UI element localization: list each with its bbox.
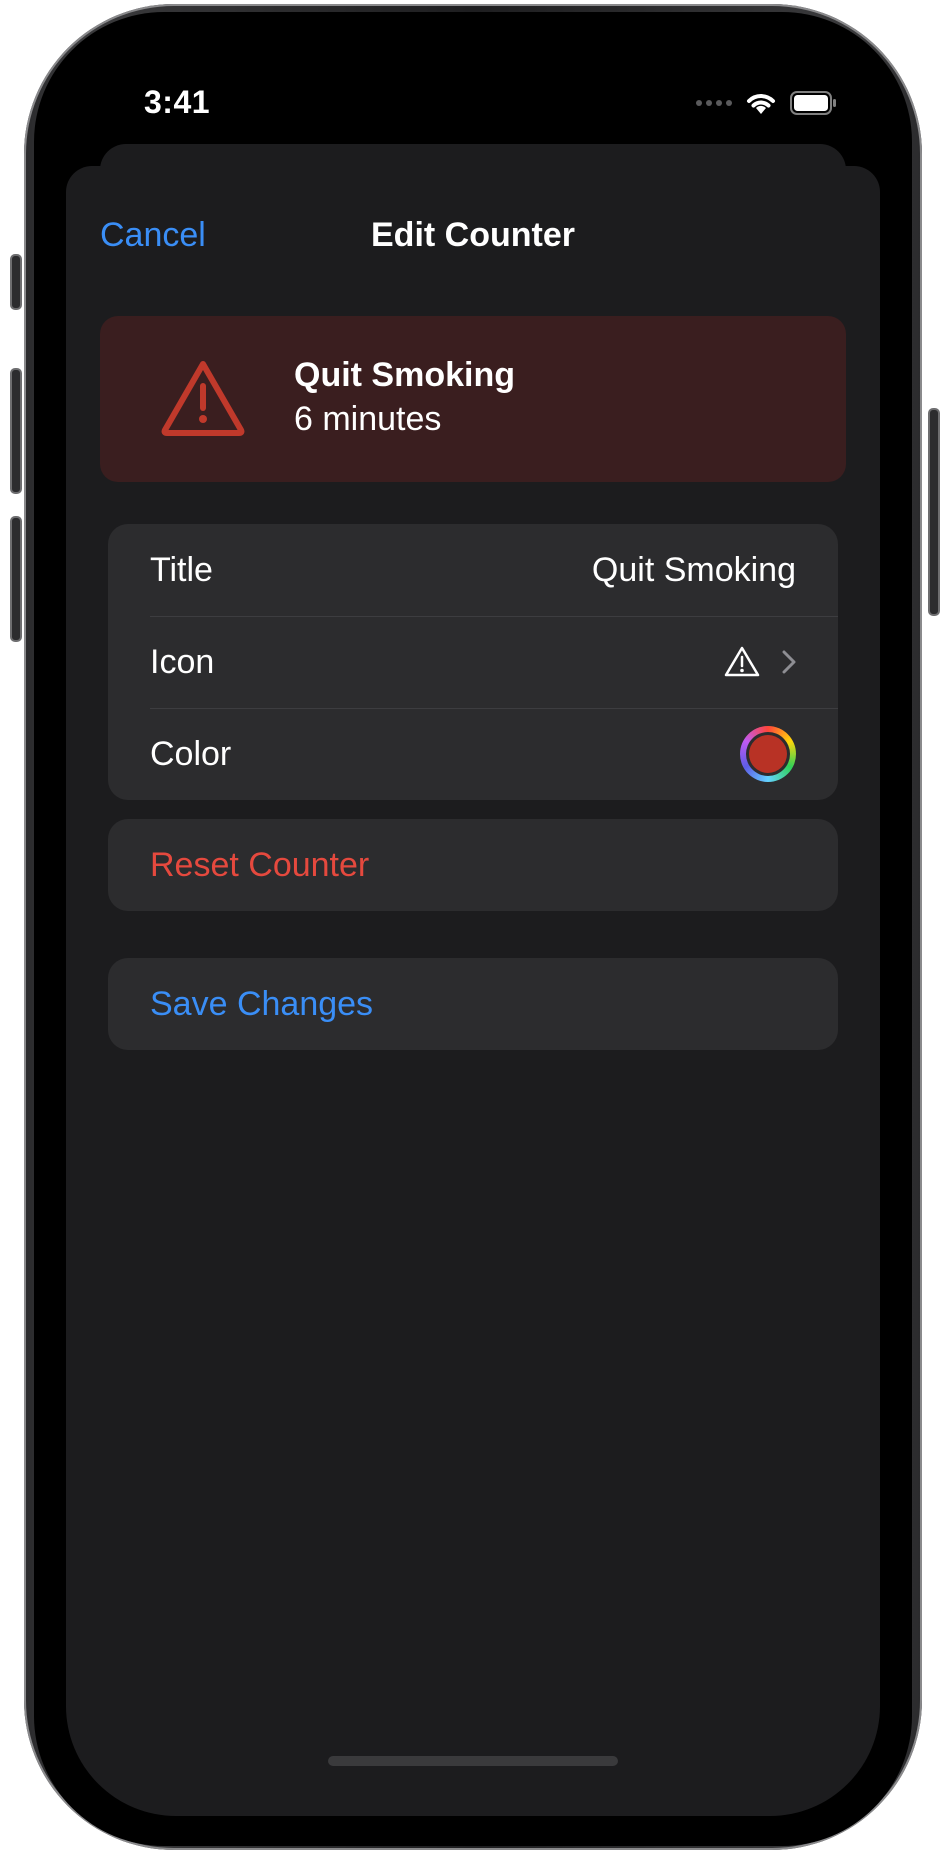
- warning-triangle-icon: [161, 361, 245, 436]
- selected-color-swatch: [749, 735, 787, 773]
- status-time: 3:41: [144, 84, 211, 120]
- volume-down-button: [10, 516, 22, 642]
- save-group: Save Changes: [108, 958, 838, 1050]
- save-changes-label: Save Changes: [150, 984, 374, 1023]
- reset-group: Reset Counter: [108, 819, 838, 911]
- icon-label: Icon: [150, 642, 215, 681]
- chevron-right-icon: [782, 650, 796, 674]
- color-label: Color: [150, 734, 232, 773]
- reset-counter-button[interactable]: Reset Counter: [108, 819, 838, 911]
- color-picker-well[interactable]: [740, 726, 796, 782]
- power-button: [928, 408, 940, 616]
- home-indicator: [328, 1756, 618, 1766]
- status-bar: 3:41: [34, 12, 912, 152]
- counter-preview-card: Quit Smoking 6 minutes: [100, 316, 846, 482]
- settings-group: Title Quit Smoking Icon Color: [108, 524, 838, 800]
- cellular-signal-icon: [696, 100, 732, 106]
- icon-row[interactable]: Icon: [108, 616, 838, 708]
- reset-counter-label: Reset Counter: [150, 845, 370, 884]
- icon-value: [724, 646, 796, 678]
- mute-switch: [10, 254, 22, 310]
- screen: 3:41 Cancel Edit Counter Quit Smoking 6 …: [34, 12, 912, 1846]
- title-label: Title: [150, 550, 213, 589]
- color-row[interactable]: Color: [108, 708, 838, 800]
- save-changes-button[interactable]: Save Changes: [108, 958, 838, 1050]
- title-row[interactable]: Title Quit Smoking: [108, 524, 838, 616]
- page-title: Edit Counter: [371, 216, 575, 254]
- wifi-icon: [747, 94, 775, 114]
- volume-up-button: [10, 368, 22, 494]
- battery-icon: [790, 91, 836, 115]
- warning-triangle-icon: [724, 646, 760, 677]
- status-indicators: [696, 90, 838, 116]
- counter-title: Quit Smoking: [294, 356, 515, 394]
- edit-counter-sheet: Cancel Edit Counter Quit Smoking 6 minut…: [66, 166, 880, 1816]
- counter-elapsed: 6 minutes: [294, 400, 442, 438]
- color-value: [740, 726, 796, 782]
- title-field[interactable]: Quit Smoking: [592, 551, 796, 590]
- navigation-bar: Cancel Edit Counter: [66, 166, 880, 276]
